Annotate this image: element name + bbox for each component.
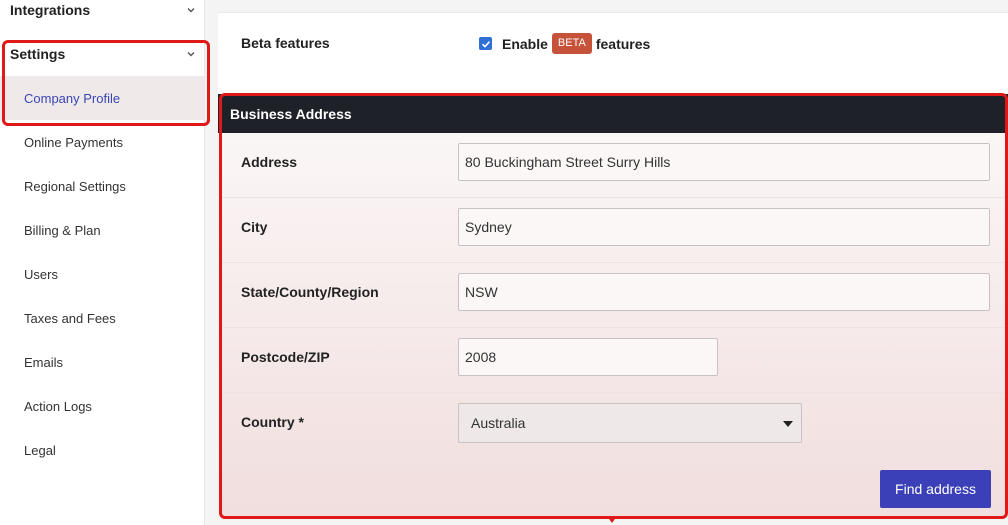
chevron-down-icon [187,52,195,57]
features-label: features [595,35,651,52]
sidebar-item-label: Online Payments [24,134,123,150]
sidebar-item-emails[interactable]: Emails [0,340,205,384]
sidebar-item-label: Legal [24,442,56,458]
sidebar-item-label: Action Logs [24,398,92,414]
chevron-down-icon [187,8,195,13]
address-label: Address [241,154,298,170]
sidebar-item-label: Regional Settings [24,178,126,194]
sidebar-item-label: Company Profile [24,90,121,106]
beta-features-label: Beta features [241,35,330,51]
postcode-row: Postcode/ZIP 2008 [221,328,1005,393]
beta-badge: BETA [551,33,592,54]
check-icon [481,40,490,48]
main-content: Beta features Enable BETA features Busin… [218,0,1008,525]
enable-label: Enable [502,35,548,52]
sidebar-item-company-profile[interactable]: Company Profile [0,76,205,120]
sidebar-item-regional-settings[interactable]: Regional Settings [0,164,205,208]
sidebar-group-settings[interactable]: Settings [0,32,205,76]
business-address-form: Address 80 Buckingham Street Surry Hills… [221,133,1005,516]
city-label: City [241,219,268,235]
sidebar-group-integrations[interactable]: Integrations [0,0,205,32]
find-address-button[interactable]: Find address [880,470,991,508]
state-row: State/County/Region NSW [221,263,1005,328]
sidebar-item-legal[interactable]: Legal [0,428,205,472]
beta-features-row: Beta features Enable BETA features [218,12,1008,94]
sidebar-item-label: Taxes and Fees [24,310,116,326]
postcode-label: Postcode/ZIP [241,349,330,365]
sidebar-group-label: Integrations [10,2,91,18]
country-select[interactable]: Australia [458,403,802,443]
sidebar-item-users[interactable]: Users [0,252,205,296]
beta-checkbox[interactable] [479,37,492,50]
address-row: Address 80 Buckingham Street Surry Hills [221,133,1005,198]
sidebar-item-label: Emails [24,354,64,370]
state-label: State/County/Region [241,284,379,300]
sidebar-item-taxes-fees[interactable]: Taxes and Fees [0,296,205,340]
sidebar-item-action-logs[interactable]: Action Logs [0,384,205,428]
country-row: Country * Australia [221,393,1005,458]
state-input[interactable]: NSW [458,273,990,311]
city-input[interactable]: Sydney [458,208,990,246]
dropdown-caret-icon [783,421,793,427]
postcode-input[interactable]: 2008 [458,338,718,376]
city-row: City Sydney [221,198,1005,263]
country-select-value: Australia [471,415,526,431]
sidebar-item-label: Users [24,266,58,282]
business-address-header: Business Address [218,94,1008,133]
sidebar-item-billing-plan[interactable]: Billing & Plan [0,208,205,252]
address-input[interactable]: 80 Buckingham Street Surry Hills [458,143,990,181]
beta-enable-text: Enable BETA features [502,33,650,54]
sidebar-item-online-payments[interactable]: Online Payments [0,120,205,164]
country-label: Country * [241,414,304,430]
settings-sidebar: Integrations Settings Company Profile On… [0,0,205,525]
sidebar-item-label: Billing & Plan [24,222,101,238]
highlight-pointer-icon [607,516,617,523]
sidebar-group-label: Settings [10,46,66,62]
